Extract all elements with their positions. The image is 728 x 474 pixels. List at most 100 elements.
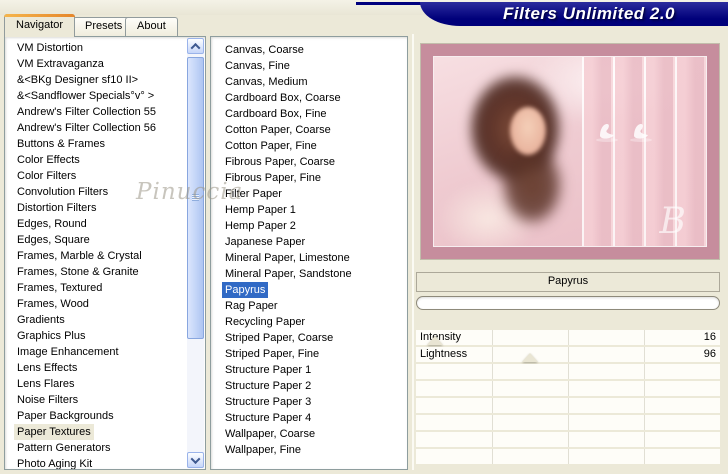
list-item[interactable]: Cotton Paper, Fine (222, 138, 407, 154)
list-item-label: Fibrous Paper, Fine (225, 172, 321, 184)
list-item[interactable]: Gradients (14, 312, 205, 328)
param-row-empty[interactable] (416, 415, 720, 430)
param-row-empty[interactable] (416, 364, 720, 379)
filters-unlimited-window: Filters Unlimited 2.0 Presets About Navi… (0, 0, 728, 474)
category-list-items: VM Distortion VM Extravaganza &<BKg Design… (5, 37, 205, 469)
list-item-label: Striped Paper, Coarse (225, 332, 334, 344)
list-item-label: Frames, Wood (17, 298, 89, 310)
list-item-label: Rag Paper (225, 300, 278, 312)
list-item-label: Cardboard Box, Fine (225, 108, 327, 120)
list-item[interactable]: Cardboard Box, Fine (222, 106, 407, 122)
list-item[interactable]: Canvas, Fine (222, 58, 407, 74)
filter-list[interactable]: Canvas, Coarse Canvas, Fine Canvas, Medium… (210, 36, 408, 470)
list-item[interactable]: Structure Paper 4 (222, 410, 407, 426)
list-item[interactable]: Andrew's Filter Collection 55 (14, 104, 205, 120)
list-item-label: VM Distortion (17, 42, 84, 54)
category-scrollbar[interactable] (187, 38, 204, 468)
list-item[interactable]: Cardboard Box, Coarse (222, 90, 407, 106)
list-item-label: Image Enhancement (17, 346, 119, 358)
list-item[interactable]: Structure Paper 1 (222, 362, 407, 378)
list-item[interactable]: VM Distortion (14, 40, 205, 56)
chevron-up-icon (190, 42, 201, 53)
param-row[interactable]: Intensity 16 (416, 330, 720, 345)
list-item[interactable]: Cotton Paper, Coarse (222, 122, 407, 138)
list-item[interactable]: Graphics Plus (14, 328, 205, 344)
list-item-label: Structure Paper 2 (225, 380, 312, 392)
list-item[interactable]: Edges, Round (14, 216, 205, 232)
param-row-empty[interactable] (416, 432, 720, 447)
list-item[interactable]: Rag Paper (222, 298, 407, 314)
list-item[interactable]: Fibrous Paper, Fine (222, 170, 407, 186)
list-item[interactable]: Lens Flares (14, 376, 205, 392)
scroll-up-button[interactable] (187, 38, 204, 54)
tab-about[interactable]: About (125, 17, 178, 36)
list-item[interactable]: Papyrus (222, 282, 407, 298)
swans-icon (596, 124, 652, 142)
list-item[interactable]: Striped Paper, Fine (222, 346, 407, 362)
tab-about-label: About (137, 20, 166, 32)
list-item[interactable]: Filter Paper (222, 186, 407, 202)
list-item[interactable]: Color Filters (14, 168, 205, 184)
slider-handle[interactable] (522, 353, 539, 362)
param-row[interactable]: Lightness 96 (416, 347, 720, 362)
preview-panel: B Papyrus Intensity 16 Lightness 96 (412, 34, 728, 470)
list-item[interactable]: Color Effects (14, 152, 205, 168)
list-item[interactable]: Convolution Filters (14, 184, 205, 200)
list-item-label: Recycling Paper (225, 316, 306, 328)
list-item[interactable]: Frames, Wood (14, 296, 205, 312)
list-item-label: Frames, Stone & Granite (17, 266, 139, 278)
list-item[interactable]: Hemp Paper 2 (222, 218, 407, 234)
list-item[interactable]: Wallpaper, Coarse (222, 426, 407, 442)
list-item-label: Color Filters (17, 170, 77, 182)
list-item[interactable]: Frames, Stone & Granite (14, 264, 205, 280)
tab-navigator[interactable]: Navigator (4, 14, 76, 37)
list-item[interactable]: Hemp Paper 1 (222, 202, 407, 218)
list-item-label: Hemp Paper 2 (225, 220, 296, 232)
scroll-down-button[interactable] (187, 452, 204, 468)
list-item[interactable]: Pattern Generators (14, 440, 205, 456)
list-item-label: Cotton Paper, Fine (225, 140, 317, 152)
scrollbar-thumb[interactable] (187, 57, 204, 339)
list-item[interactable]: Buttons & Frames (14, 136, 205, 152)
list-item[interactable]: Frames, Textured (14, 280, 205, 296)
selected-filter-name: Papyrus (547, 275, 589, 287)
list-item-label: Frames, Marble & Crystal (17, 250, 142, 262)
list-item[interactable]: &<Sandflower Specials°v° > (14, 88, 205, 104)
list-item[interactable]: Structure Paper 3 (222, 394, 407, 410)
list-item[interactable]: Striped Paper, Coarse (222, 330, 407, 346)
list-item[interactable]: Wallpaper, Fine (222, 442, 407, 458)
list-item[interactable]: Image Enhancement (14, 344, 205, 360)
list-item[interactable]: Paper Backgrounds (14, 408, 205, 424)
tab-navigator-label: Navigator (16, 19, 64, 31)
category-list[interactable]: VM Distortion VM Extravaganza &<BKg Design… (4, 36, 206, 470)
photo-figure-hair-lower (486, 142, 578, 246)
list-item[interactable]: Andrew's Filter Collection 56 (14, 120, 205, 136)
list-item-label: Filter Paper (225, 188, 282, 200)
list-item-label: Edges, Round (17, 218, 87, 230)
list-item[interactable]: Japanese Paper (222, 234, 407, 250)
list-item[interactable]: Edges, Square (14, 232, 205, 248)
list-item[interactable]: Structure Paper 2 (222, 378, 407, 394)
list-item[interactable]: Lens Effects (14, 360, 205, 376)
param-row-empty[interactable] (416, 449, 720, 464)
list-item[interactable]: &<BKg Designer sf10 II> (14, 72, 205, 88)
list-item[interactable]: Photo Aging Kit (14, 456, 205, 469)
param-row-empty[interactable] (416, 381, 720, 396)
list-item[interactable]: Canvas, Medium (222, 74, 407, 90)
list-item[interactable]: VM Extravaganza (14, 56, 205, 72)
list-item[interactable]: Distortion Filters (14, 200, 205, 216)
slider-handle[interactable] (427, 336, 444, 345)
list-item[interactable]: Frames, Marble & Crystal (14, 248, 205, 264)
list-item[interactable]: Recycling Paper (222, 314, 407, 330)
list-item[interactable]: Canvas, Coarse (222, 42, 407, 58)
list-item[interactable]: Paper Textures (14, 424, 205, 440)
list-item[interactable]: Mineral Paper, Limestone (222, 250, 407, 266)
list-item[interactable]: Mineral Paper, Sandstone (222, 266, 407, 282)
title-banner: Filters Unlimited 2.0 (420, 2, 728, 26)
list-item-label: Distortion Filters (17, 202, 97, 214)
list-item[interactable]: Fibrous Paper, Coarse (222, 154, 407, 170)
param-row-empty[interactable] (416, 398, 720, 413)
list-item[interactable]: Noise Filters (14, 392, 205, 408)
app-title: Filters Unlimited 2.0 (502, 4, 676, 23)
list-item-label: Canvas, Medium (225, 76, 308, 88)
